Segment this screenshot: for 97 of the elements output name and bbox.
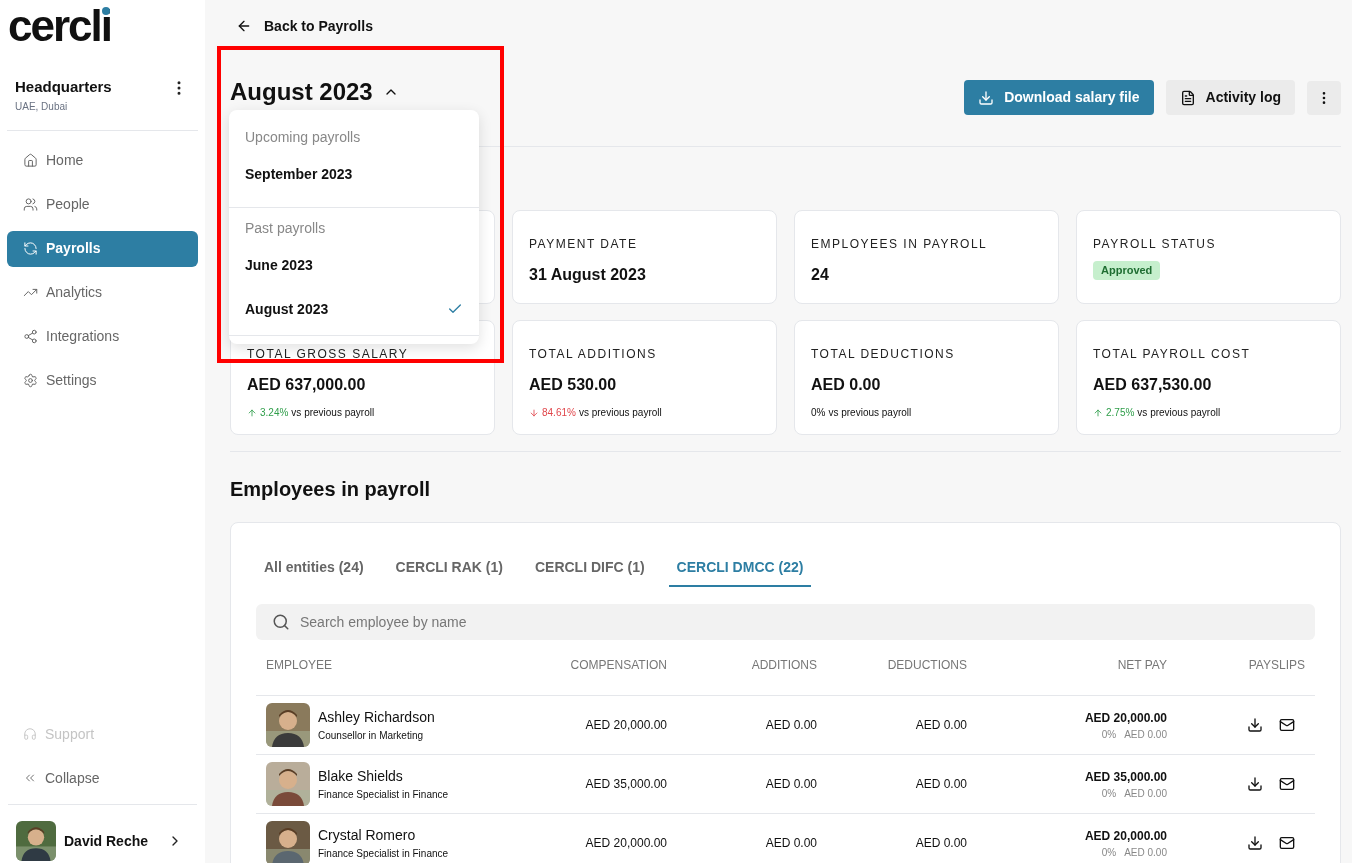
net-change-percent: 0%	[1101, 845, 1117, 860]
entity-tab[interactable]: CERCLI DIFC (1)	[526, 549, 653, 587]
workspace-name: Headquarters	[15, 77, 112, 97]
net-change-percent: 0%	[1101, 786, 1117, 801]
nav-item[interactable]: People	[7, 186, 198, 223]
stat-value: AED 637,000.00	[247, 375, 367, 395]
entity-tab[interactable]: All entities (24)	[256, 549, 372, 587]
entity-tab[interactable]: CERCLI DMCC (22)	[668, 549, 812, 587]
search-icon	[272, 613, 290, 631]
net-change-amount: AED 0.00	[1124, 786, 1167, 801]
column-header: DEDUCTIONS	[887, 657, 967, 674]
change-note: vs previous payroll	[578, 406, 662, 420]
user-name[interactable]: David Reche	[64, 830, 159, 852]
download-icon	[978, 89, 995, 106]
change-percent: 3.24%	[260, 406, 289, 420]
table-cell-text: AED 0.00	[915, 717, 967, 734]
stat-label: TOTAL DEDUCTIONS	[811, 346, 956, 363]
menu-group-heading: Past payrolls	[244, 219, 327, 238]
download-icon[interactable]	[1247, 776, 1263, 792]
download-icon[interactable]	[1247, 717, 1263, 733]
stat-value: 24	[811, 265, 830, 285]
change-note: vs previous payroll	[1137, 406, 1221, 420]
net-pay: AED 20,000.00	[1084, 709, 1167, 727]
search-field[interactable]: Search employee by name	[256, 604, 1315, 640]
headset-icon	[23, 727, 37, 741]
nav-item[interactable]: Settings	[7, 362, 198, 399]
menu-item[interactable]: September 2023	[229, 152, 479, 196]
entity-tab[interactable]: CERCLI RAK (1)	[387, 549, 511, 587]
table-cell-text: AED 0.00	[765, 717, 817, 734]
arrow-down-icon	[529, 407, 539, 418]
nav-item[interactable]: Payrolls	[7, 230, 198, 267]
stat-label: TOTAL ADDITIONS	[529, 346, 658, 363]
nav-item[interactable]: Integrations	[7, 318, 198, 355]
logo[interactable]: cercli	[8, 2, 111, 50]
mail-icon[interactable]	[1279, 835, 1295, 851]
period-selector[interactable]: August 2023	[230, 74, 399, 110]
table-cell-text: AED 20,000.00	[585, 717, 667, 734]
arrow-up-icon	[1093, 407, 1103, 418]
employee-name[interactable]: Crystal Romero	[318, 825, 449, 846]
change-percent: 84.61%	[542, 406, 576, 420]
settings-icon	[23, 373, 38, 388]
refresh-icon	[23, 241, 38, 256]
table-cell-text: AED 0.00	[765, 835, 817, 852]
net-pay: AED 20,000.00	[1084, 827, 1167, 845]
download-button[interactable]: Download salary file	[964, 80, 1154, 115]
section-title: Employees in payroll	[230, 477, 432, 502]
net-pay: AED 35,000.00	[1084, 768, 1167, 786]
mail-icon[interactable]	[1279, 776, 1295, 792]
stat-label: PAYMENT DATE	[529, 236, 639, 253]
download-icon[interactable]	[1247, 835, 1263, 851]
table-cell-text: AED 0.00	[915, 835, 967, 852]
table-cell-text: AED 20,000.00	[585, 835, 667, 852]
status-badge: Approved	[1093, 261, 1161, 280]
arrow-up-icon	[247, 407, 257, 418]
nav-item[interactable]: Collapse	[7, 760, 198, 796]
table-cell-text: AED 0.00	[915, 776, 967, 793]
column-header: NET PAY	[1117, 657, 1167, 674]
nav-item[interactable]: Analytics	[7, 274, 198, 311]
net-change-amount: AED 0.00	[1124, 727, 1167, 742]
change-note: vs previous payroll	[828, 406, 912, 420]
workspace-location: UAE, Dubai	[15, 99, 69, 114]
stat-label: EMPLOYEES IN PAYROLL	[811, 236, 989, 253]
activity-log-button[interactable]: Activity log	[1165, 80, 1295, 115]
net-change-amount: AED 0.00	[1124, 845, 1167, 860]
change-percent: 0%	[811, 406, 826, 420]
menu-item[interactable]: August 2023	[229, 287, 479, 331]
stat-label: PAYROLL STATUS	[1093, 236, 1218, 253]
table-cell-text: AED 0.00	[765, 776, 817, 793]
column-header: COMPENSATION	[570, 657, 667, 674]
double-chevron-icon	[23, 771, 37, 785]
people-icon	[23, 197, 38, 212]
menu-group-heading: Upcoming payrolls	[244, 128, 362, 147]
employee-name[interactable]: Ashley Richardson	[318, 707, 435, 728]
stat-value: AED 637,530.00	[1093, 375, 1213, 395]
back-link[interactable]: Back to Payrolls	[230, 16, 373, 36]
stat-value: AED 530.00	[529, 375, 618, 395]
stat-value: AED 0.00	[811, 375, 882, 395]
column-header: EMPLOYEE	[266, 657, 334, 674]
employee-role: Finance Specialist in Finance	[318, 847, 449, 861]
menu-item[interactable]: June 2023	[229, 243, 479, 287]
nav-item[interactable]: Home	[7, 142, 198, 179]
document-icon	[1179, 89, 1196, 106]
employee-role: Finance Specialist in Finance	[318, 788, 449, 802]
home-icon	[23, 153, 38, 168]
column-header: PAYSLIPS	[1248, 657, 1305, 674]
stat-label: TOTAL GROSS SALARY	[247, 346, 410, 363]
table-cell-text: AED 35,000.00	[585, 776, 667, 793]
column-header: ADDITIONS	[751, 657, 817, 674]
change-note: vs previous payroll	[291, 406, 375, 420]
stat-value: 31 August 2023	[529, 265, 647, 285]
employee-name[interactable]: Blake Shields	[318, 766, 449, 787]
net-change-percent: 0%	[1101, 727, 1117, 742]
change-percent: 2.75%	[1106, 406, 1135, 420]
nodes-icon	[23, 329, 38, 344]
stat-label: TOTAL PAYROLL COST	[1093, 346, 1252, 363]
mail-icon[interactable]	[1279, 717, 1295, 733]
employee-role: Counsellor in Marketing	[318, 729, 425, 743]
